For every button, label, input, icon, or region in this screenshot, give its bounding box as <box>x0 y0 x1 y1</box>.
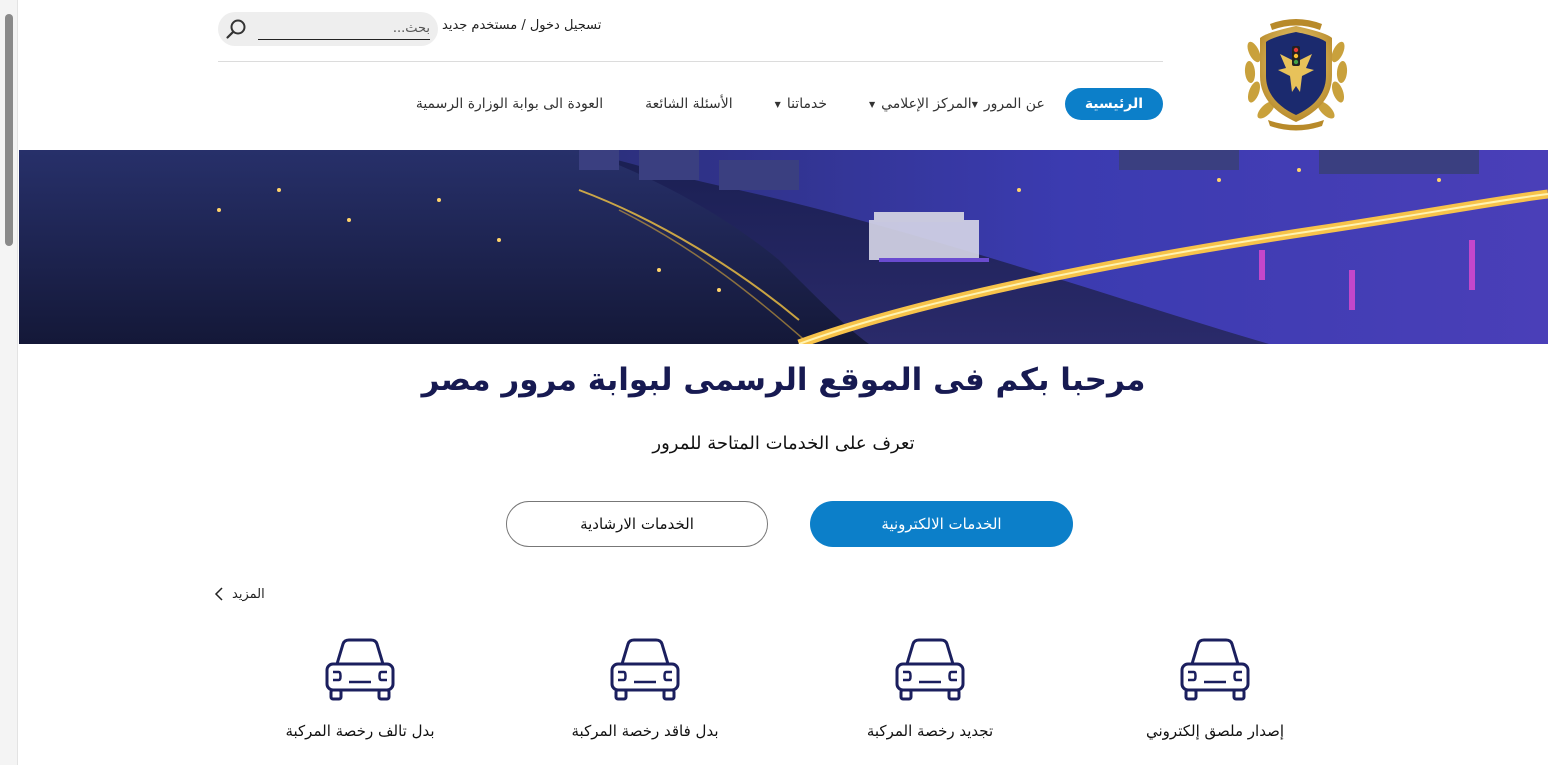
nav-item-label: العودة الى بوابة الوزارة الرسمية <box>415 96 604 112</box>
guidance-services-button[interactable]: الخدمات الارشادية <box>506 501 768 547</box>
search-box <box>218 12 438 46</box>
service-card-damaged-license-replacement[interactable]: بدل تالف رخصة المركبة <box>230 636 490 756</box>
header-divider <box>218 61 1163 62</box>
search-input[interactable] <box>258 18 430 40</box>
service-card-electronic-sticker[interactable]: إصدار ملصق إلكتروني <box>1085 636 1345 756</box>
page-scrollbar[interactable] <box>0 0 18 765</box>
main-nav: الرئيسية عن المرور ▼ المركز الإعلامي ▼ خ… <box>348 86 1163 122</box>
more-link-label: المزيد <box>232 586 265 602</box>
service-label: إصدار ملصق إلكتروني <box>1146 722 1284 740</box>
hero-banner-image <box>19 150 1548 344</box>
car-icon <box>325 638 395 701</box>
more-link[interactable]: المزيد <box>214 586 265 602</box>
site-header: تسجيل دخول / مستخدم جديد الرئيسية عن الم… <box>18 0 1548 150</box>
nav-item-ministry-portal[interactable]: العودة الى بوابة الوزارة الرسمية <box>416 96 603 112</box>
caret-down-icon: ▼ <box>868 99 876 109</box>
nav-item-about-traffic[interactable]: عن المرور ▼ <box>972 96 1045 112</box>
register-link[interactable]: مستخدم جديد <box>442 18 517 33</box>
welcome-subtitle: تعرف على الخدمات المتاحة للمرور <box>652 433 915 454</box>
login-link[interactable]: تسجيل دخول <box>530 18 602 33</box>
chevron-left-icon <box>214 587 223 601</box>
nav-item-home[interactable]: الرئيسية <box>1064 88 1163 120</box>
button-label: الخدمات الالكترونية <box>881 515 1002 533</box>
service-label: بدل تالف رخصة المركبة <box>285 722 435 740</box>
auth-links: تسجيل دخول / مستخدم جديد <box>442 18 601 33</box>
caret-down-icon: ▼ <box>971 99 978 109</box>
nav-item-our-services[interactable]: خدماتنا ▼ <box>775 96 827 112</box>
traffic-department-logo[interactable] <box>1240 12 1352 132</box>
nav-item-media-center[interactable]: المركز الإعلامي ▼ <box>869 96 972 112</box>
welcome-title: مرحبا بكم فى الموقع الرسمى لبوابة مرور م… <box>421 362 1146 398</box>
services-list: إصدار ملصق إلكتروني تجديد رخصة المركبة ب… <box>200 636 1360 756</box>
nav-item-faq[interactable]: الأسئلة الشائعة <box>645 96 733 112</box>
nav-item-label: الأسئلة الشائعة <box>645 96 733 112</box>
top-utility-bar: تسجيل دخول / مستخدم جديد <box>218 10 1163 46</box>
button-label: الخدمات الارشادية <box>580 515 694 533</box>
car-icon <box>610 638 680 701</box>
caret-down-icon: ▼ <box>774 99 781 109</box>
nav-item-label: الرئيسية <box>1084 96 1143 112</box>
electronic-services-button[interactable]: الخدمات الالكترونية <box>810 501 1073 547</box>
service-label: تجديد رخصة المركبة <box>866 722 994 740</box>
service-card-renew-vehicle-license[interactable]: تجديد رخصة المركبة <box>800 636 1060 756</box>
search-icon[interactable] <box>224 17 248 41</box>
nav-item-label: خدماتنا <box>786 96 827 112</box>
service-card-lost-license-replacement[interactable]: بدل فاقد رخصة المركبة <box>515 636 775 756</box>
service-label: بدل فاقد رخصة المركبة <box>571 722 719 740</box>
car-icon <box>1180 638 1250 701</box>
nav-item-label: عن المرور <box>983 96 1045 112</box>
nav-item-label: المركز الإعلامي <box>881 96 972 112</box>
auth-separator: / <box>521 18 526 33</box>
scrollbar-thumb[interactable] <box>5 14 13 246</box>
car-icon <box>895 638 965 701</box>
